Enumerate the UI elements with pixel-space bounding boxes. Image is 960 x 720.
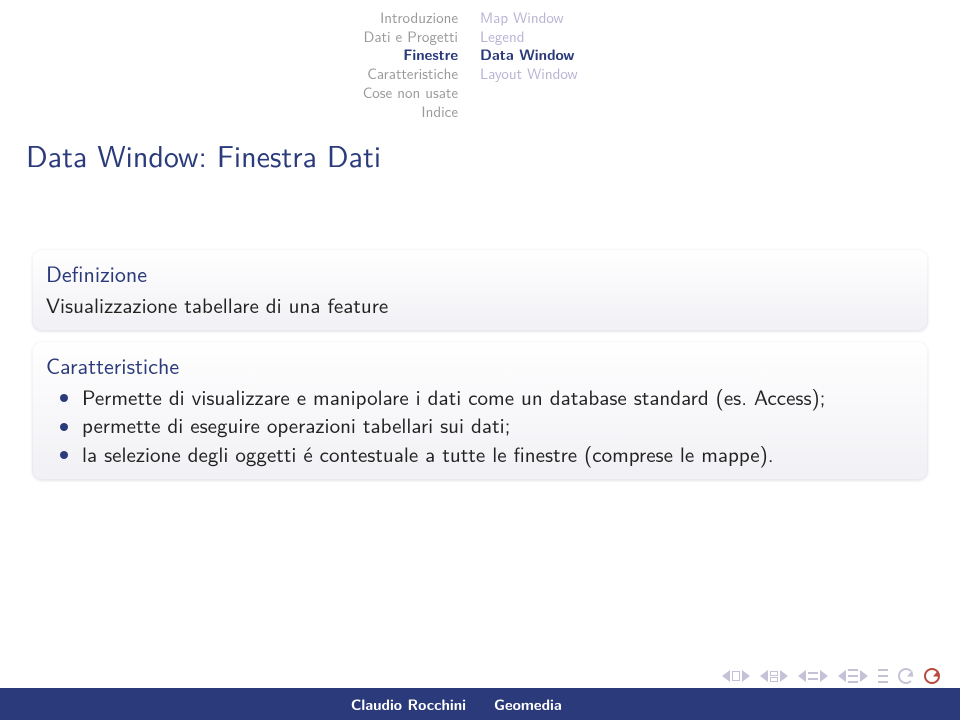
section-icon (848, 669, 858, 683)
nav-subsections: Map Window Legend Data Window Layout Win… (480, 8, 578, 121)
triangle-left-icon (798, 670, 806, 682)
nav-section-item[interactable]: Indice (18, 102, 458, 121)
block-title: Definizione (46, 257, 914, 289)
triangle-left-icon (722, 670, 730, 682)
nav-back-icon[interactable] (898, 668, 914, 684)
slide: Introduzione Dati e Progetti Finestre Ca… (0, 0, 960, 720)
footer-bar: Claudio Rocchini Geomedia (0, 688, 960, 720)
nav-prev-slide[interactable] (722, 670, 750, 682)
bullet-item: Permette di visualizzare e manipolare i … (66, 383, 914, 411)
triangle-right-icon (780, 670, 788, 682)
block-characteristics: Caratteristiche Permette di visualizzare… (32, 341, 928, 480)
nav-subsection-item[interactable]: Map Window (480, 8, 578, 27)
bullet-item: permette di eseguire operazioni tabellar… (66, 411, 914, 439)
nav-prev-subsection[interactable] (798, 670, 828, 682)
footer-author: Claudio Rocchini (0, 694, 480, 715)
nav-quit-icon[interactable] (924, 668, 940, 684)
frame-title: Data Window: Finestra Dati (0, 121, 960, 181)
bullet-list: Permette di visualizzare e manipolare i … (46, 383, 914, 468)
subsection-icon (808, 672, 818, 680)
section-icon-standalone (878, 669, 888, 683)
nav-section-item[interactable]: Introduzione (18, 8, 458, 27)
nav-prev-section[interactable] (838, 669, 868, 683)
nav-prev-frame[interactable] (760, 670, 788, 682)
beamer-nav-controls (722, 668, 940, 684)
content: Definizione Visualizzazione tabellare di… (0, 181, 960, 480)
nav-subsection-item[interactable]: Legend (480, 27, 578, 46)
triangle-right-icon (860, 670, 868, 682)
nav-sections: Introduzione Dati e Progetti Finestre Ca… (18, 8, 458, 121)
nav-section-item[interactable]: Cose non usate (18, 83, 458, 102)
bullet-item: la selezione degli oggetti é contestuale… (66, 440, 914, 468)
frame-icon (770, 671, 778, 682)
block-body-text: Visualizzazione tabellare di una feature (46, 291, 914, 319)
nav-subsection-item[interactable]: Layout Window (480, 64, 578, 83)
nav-section-item[interactable]: Dati e Progetti (18, 27, 458, 46)
block-title: Caratteristiche (46, 349, 914, 381)
footer-title: Geomedia (480, 694, 960, 715)
block-definition: Definizione Visualizzazione tabellare di… (32, 249, 928, 331)
triangle-left-icon (760, 670, 768, 682)
triangle-right-icon (742, 670, 750, 682)
triangle-left-icon (838, 670, 846, 682)
slide-icon (732, 671, 740, 681)
header-nav: Introduzione Dati e Progetti Finestre Ca… (0, 0, 960, 121)
triangle-right-icon (820, 670, 828, 682)
